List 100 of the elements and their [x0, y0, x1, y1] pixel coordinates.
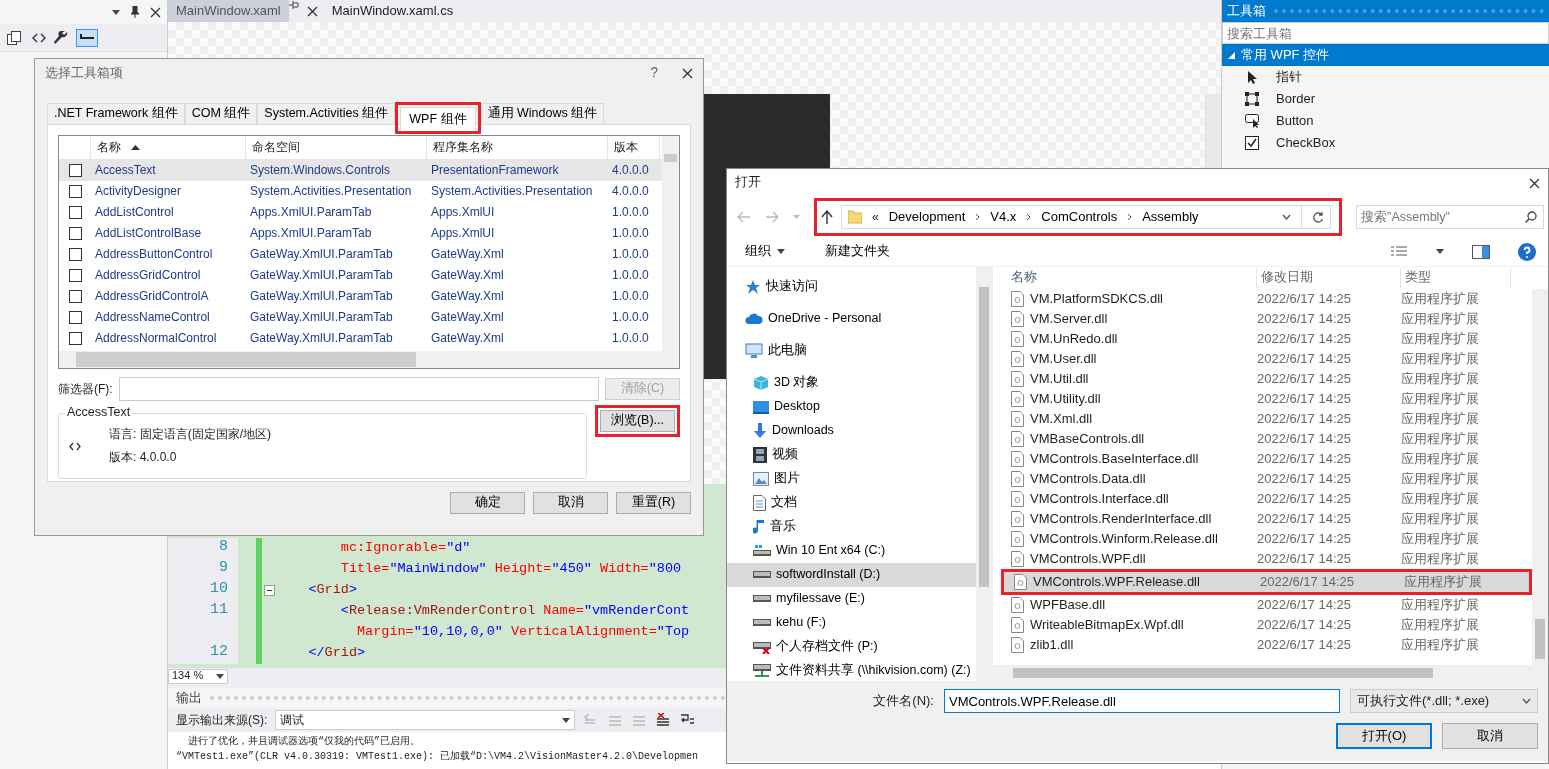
column-header[interactable]: 修改日期 — [1257, 268, 1401, 288]
scrollbar[interactable] — [993, 665, 1548, 681]
breadcrumb[interactable]: Development — [888, 208, 966, 226]
file-row[interactable]: WPFBase.dll 2022/6/17 14:25 应用程序扩展 — [1001, 595, 1532, 615]
nav-item[interactable]: Win 10 Ent x64 (C:) — [727, 539, 976, 563]
browse-button[interactable]: 浏览(B)... — [599, 410, 675, 432]
caret-icon[interactable] — [1436, 249, 1444, 254]
scrollbar[interactable] — [976, 267, 992, 681]
checkbox[interactable] — [68, 185, 82, 198]
file-row[interactable]: VM.Util.dll 2022/6/17 14:25 应用程序扩展 — [1001, 369, 1532, 389]
file-row[interactable]: VM.Xml.dll 2022/6/17 14:25 应用程序扩展 — [1001, 409, 1532, 429]
file-row[interactable]: zlib1.dll 2022/6/17 14:25 应用程序扩展 — [1001, 635, 1532, 655]
nav-item[interactable]: Downloads — [727, 419, 976, 443]
editor-tab[interactable]: MainWindow.xaml.cs — [323, 0, 462, 22]
file-row[interactable]: VMControls.WPF.Release.dll 2022/6/17 14:25 应用程序扩展 — [1004, 572, 1529, 592]
nav-item[interactable]: softwordInstall (D:) — [727, 563, 976, 587]
tab[interactable]: WPF 组件 — [400, 107, 476, 131]
nav-item[interactable]: 此电脑 — [727, 339, 976, 363]
tab[interactable]: .NET Framework 组件 — [47, 103, 185, 124]
file-row[interactable]: VM.UnRedo.dll 2022/6/17 14:25 应用程序扩展 — [1001, 329, 1532, 349]
search-field[interactable]: 搜索工具箱 — [1222, 22, 1549, 44]
checkbox[interactable] — [68, 206, 82, 219]
help-icon[interactable] — [1518, 242, 1536, 261]
scrollbar[interactable] — [662, 136, 679, 368]
editor-tab[interactable]: MainWindow.xaml — [168, 0, 289, 22]
file-row[interactable]: VM.Server.dll 2022/6/17 14:25 应用程序扩展 — [1001, 309, 1532, 329]
list-row[interactable]: AddListControlBase Apps.XmlUI.ParamTab Apps.XmlUI 1.0.0.0 — [59, 223, 662, 244]
properties-toggle-button[interactable] — [76, 28, 98, 47]
close-icon[interactable] — [150, 6, 161, 18]
file-row[interactable]: VM.User.dll 2022/6/17 14:25 应用程序扩展 — [1001, 349, 1532, 369]
nav-item[interactable]: 3D 对象 — [727, 371, 976, 395]
dialog-button[interactable]: 重置(R) — [616, 492, 691, 514]
column-header[interactable]: 名称 — [97, 140, 121, 155]
tab[interactable]: System.Activities 组件 — [257, 103, 396, 124]
checkbox[interactable] — [68, 164, 82, 177]
up-arrow-icon[interactable] — [821, 210, 833, 224]
help-button[interactable]: ? — [650, 64, 658, 82]
zoom-dropdown[interactable]: 134 % — [168, 668, 228, 684]
nav-item[interactable]: myfilessave (E:) — [727, 587, 976, 611]
file-row[interactable]: VMControls.BaseInterface.dll 2022/6/17 14:25 应用程序扩展 — [1001, 449, 1532, 469]
close-icon[interactable] — [682, 67, 693, 79]
list-row[interactable]: AddressButtonControl GateWay.XmlUI.ParamTab GateWay.Xml 1.0.0.0 — [59, 244, 662, 265]
pin-icon[interactable] — [130, 6, 140, 18]
toolbox-item[interactable]: Border — [1276, 90, 1316, 108]
checkbox[interactable] — [68, 227, 82, 240]
breadcrumb[interactable]: V4.x — [990, 208, 1017, 226]
toolbox-item[interactable]: CheckBox — [1276, 134, 1336, 152]
close-icon[interactable] — [306, 5, 318, 17]
nav-item[interactable]: 图片 — [727, 467, 976, 491]
nav-item[interactable]: 文档 — [727, 491, 976, 515]
tab[interactable]: 通用 Windows 组件 — [480, 103, 605, 124]
scrollbar[interactable] — [59, 351, 662, 368]
refresh-icon[interactable] — [1312, 211, 1324, 223]
collapse-icon[interactable] — [263, 585, 275, 596]
dropdown-caret-icon[interactable] — [112, 9, 120, 15]
list-row[interactable]: AddListControl Apps.XmlUI.ParamTab Apps.XmlUI 1.0.0.0 — [59, 202, 662, 223]
nav-item[interactable]: 快速访问 — [727, 275, 976, 299]
dialog-button[interactable]: 确定 — [450, 492, 525, 514]
list-row[interactable]: AddressGridControl GateWay.XmlUI.ParamTab GateWay.Xml 1.0.0.0 — [59, 265, 662, 286]
scrollbar[interactable] — [1532, 289, 1548, 665]
dialog-button[interactable]: 打开(O) — [1336, 723, 1432, 749]
clear-all-icon[interactable] — [655, 713, 672, 727]
toolbox-item[interactable]: 指针 — [1276, 68, 1302, 86]
dialog-button[interactable]: 取消 — [533, 492, 608, 514]
checkbox[interactable] — [68, 269, 82, 282]
file-row[interactable]: VMBaseControls.dll 2022/6/17 14:25 应用程序扩展 — [1001, 429, 1532, 449]
file-row[interactable]: VMControls.Data.dll 2022/6/17 14:25 应用程序扩展 — [1001, 469, 1532, 489]
checkbox[interactable] — [68, 290, 82, 303]
new-folder-button[interactable]: 新建文件夹 — [819, 242, 896, 261]
toolbox-item[interactable]: Button — [1276, 112, 1314, 130]
list-row[interactable]: ActivityDesigner System.Activities.Presentation System.Activities.Presentation 4.0.0.0 — [59, 181, 662, 202]
organize-menu[interactable]: 组织 — [739, 242, 791, 261]
file-name-field[interactable]: VMControls.WPF.Release.dll — [944, 689, 1340, 713]
list-row[interactable]: AddressGridControlA GateWay.XmlUI.ParamTab GateWay.Xml 1.0.0.0 — [59, 286, 662, 307]
close-icon[interactable] — [1529, 177, 1540, 189]
caret-icon[interactable] — [1282, 214, 1291, 220]
word-wrap-icon[interactable] — [679, 713, 696, 727]
path-overflow[interactable]: « — [872, 209, 879, 225]
list-row[interactable]: AddressNormalControl GateWay.XmlUI.ParamTab GateWay.Xml 1.0.0.0 — [59, 328, 662, 349]
column-header[interactable]: 命名空间 — [252, 140, 300, 155]
file-row[interactable]: VMControls.WPF.dll 2022/6/17 14:25 应用程序扩展 — [1001, 549, 1532, 569]
nav-item[interactable]: Desktop — [727, 395, 976, 419]
column-header[interactable]: 版本 — [614, 140, 638, 155]
checkbox[interactable] — [68, 248, 82, 261]
breadcrumb[interactable]: Assembly — [1142, 208, 1199, 226]
nav-item[interactable]: OneDrive - Personal — [727, 307, 976, 331]
code-brackets-icon[interactable] — [32, 32, 46, 43]
tab[interactable]: COM 组件 — [184, 103, 258, 124]
list-row[interactable]: AccessText System.Windows.Controls PresentationFramework 4.0.0.0 — [59, 160, 662, 181]
nav-item[interactable]: 个人存档文件 (P:) — [727, 635, 976, 659]
checkbox[interactable] — [68, 332, 82, 345]
checkbox[interactable] — [68, 311, 82, 324]
nav-item[interactable]: 音乐 — [727, 515, 976, 539]
file-type-dropdown[interactable]: 可执行文件(*.dll; *.exe) — [1350, 689, 1538, 713]
list-row[interactable]: AddressNameControl GateWay.XmlUI.ParamTab GateWay.Xml 1.0.0.0 — [59, 307, 662, 328]
file-row[interactable]: VM.Utility.dll 2022/6/17 14:25 应用程序扩展 — [1001, 389, 1532, 409]
wrench-icon[interactable] — [54, 30, 68, 45]
file-row[interactable]: WriteableBitmapEx.Wpf.dll 2022/6/17 14:25 应用程序扩展 — [1001, 615, 1532, 635]
file-row[interactable]: VMControls.RenderInterface.dll 2022/6/17 14:25 应用程序扩展 — [1001, 509, 1532, 529]
dialog-button[interactable]: 取消 — [1442, 723, 1538, 749]
